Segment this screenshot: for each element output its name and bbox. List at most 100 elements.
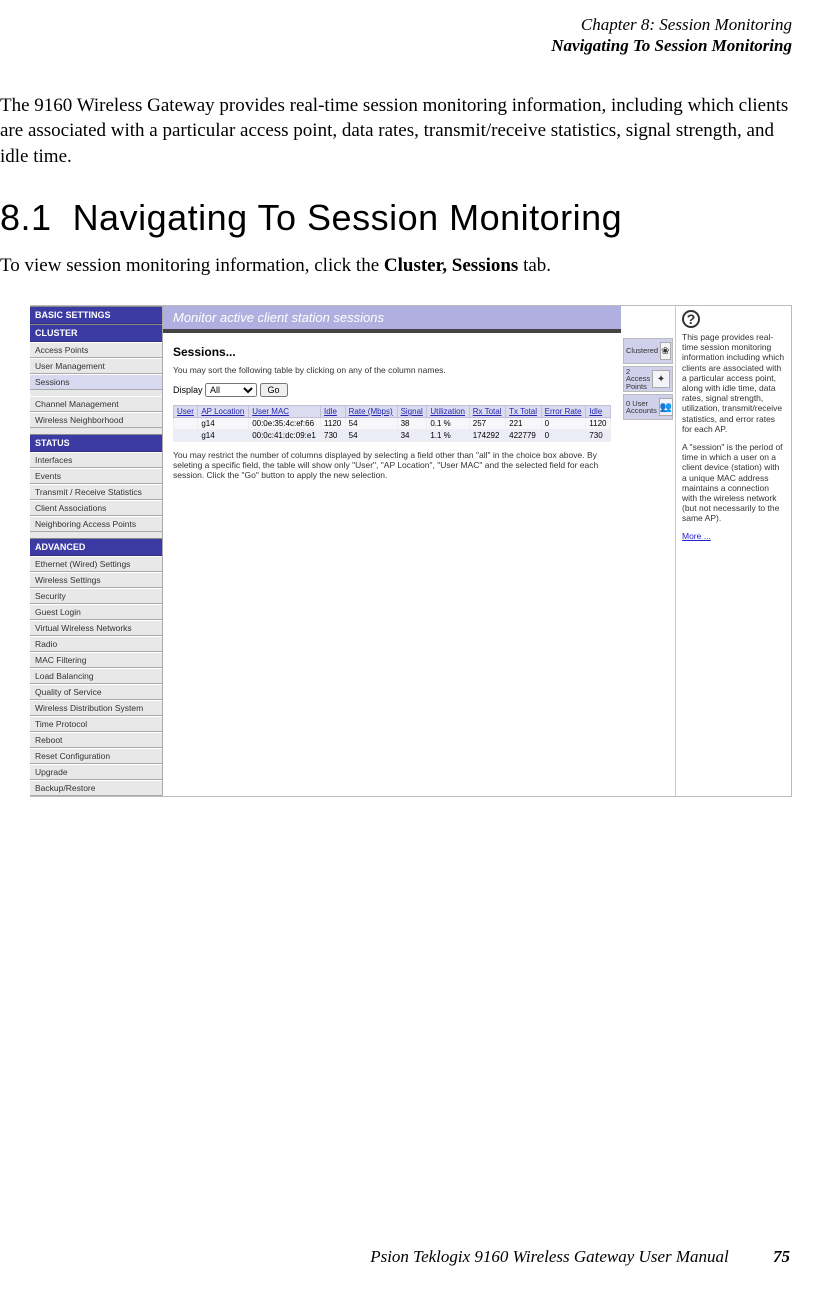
- col-idle2[interactable]: Idle: [586, 406, 611, 418]
- nav-access-points[interactable]: Access Points: [30, 342, 162, 358]
- nav-client-associations[interactable]: Client Associations: [30, 500, 162, 516]
- display-select[interactable]: All: [205, 383, 257, 397]
- nav-upgrade[interactable]: Upgrade: [30, 764, 162, 780]
- cell-tx: 422779: [506, 430, 541, 442]
- col-user[interactable]: User: [174, 406, 198, 418]
- nav-advanced[interactable]: ADVANCED: [30, 538, 162, 556]
- cell-rate: 54: [345, 430, 397, 442]
- help-paragraph-2: A "session" is the period of time in whi…: [682, 442, 785, 524]
- display-label: Display: [173, 385, 203, 395]
- cell-mac: 00:0e:35:4c:ef:66: [249, 418, 321, 430]
- instruction-bold: Cluster, Sessions: [384, 255, 518, 276]
- col-user-mac[interactable]: User MAC: [249, 406, 321, 418]
- nav-cluster[interactable]: CLUSTER: [30, 324, 162, 342]
- col-tx-total[interactable]: Tx Total: [506, 406, 541, 418]
- nav-tx-rx-stats[interactable]: Transmit / Receive Statistics: [30, 484, 162, 500]
- help-icon: ?: [682, 310, 700, 328]
- sort-note: You may sort the following table by clic…: [173, 365, 611, 375]
- cell-tx: 221: [506, 418, 541, 430]
- nav-mac-filtering[interactable]: MAC Filtering: [30, 652, 162, 668]
- nav-sessions[interactable]: Sessions: [30, 374, 162, 390]
- cell-idle2: 730: [586, 430, 611, 442]
- section-number: 8.1: [0, 197, 52, 238]
- cell-ap: g14: [198, 418, 249, 430]
- nav-reboot[interactable]: Reboot: [30, 732, 162, 748]
- section-heading: 8.1 Navigating To Session Monitoring: [0, 197, 792, 239]
- nav-reset-config[interactable]: Reset Configuration: [30, 748, 162, 764]
- nav-neighboring-aps[interactable]: Neighboring Access Points: [30, 516, 162, 532]
- badge-clustered[interactable]: Clustered ❀: [623, 338, 673, 364]
- cell-signal: 38: [397, 418, 427, 430]
- nav-wds[interactable]: Wireless Distribution System: [30, 700, 162, 716]
- col-utilization[interactable]: Utilization: [427, 406, 469, 418]
- help-panel: ? This page provides real-time session m…: [675, 306, 791, 796]
- nav-backup-restore[interactable]: Backup/Restore: [30, 780, 162, 796]
- sidebar-nav: BASIC SETTINGS CLUSTER Access Points Use…: [30, 306, 163, 796]
- cell-rate: 54: [345, 418, 397, 430]
- badge-user-label: 0 UserAccounts: [626, 400, 657, 415]
- page-title-bar: Monitor active client station sessions: [163, 306, 621, 333]
- badge-access-points[interactable]: 2AccessPoints ✦: [623, 366, 673, 392]
- sessions-table: User AP Location User MAC Idle Rate (Mbp…: [173, 405, 611, 442]
- go-button[interactable]: Go: [260, 383, 288, 397]
- sessions-heading: Sessions...: [173, 345, 611, 359]
- admin-ui-screenshot: BASIC SETTINGS CLUSTER Access Points Use…: [30, 305, 792, 797]
- intro-paragraph: The 9160 Wireless Gateway provides real-…: [0, 93, 792, 170]
- nav-time-protocol[interactable]: Time Protocol: [30, 716, 162, 732]
- page-footer: Psion Teklogix 9160 Wireless Gateway Use…: [0, 1247, 792, 1267]
- cell-util: 1.1 %: [427, 430, 469, 442]
- nav-basic-settings[interactable]: BASIC SETTINGS: [30, 306, 162, 324]
- cell-ap: g14: [198, 430, 249, 442]
- cluster-icon: ❀: [660, 342, 670, 360]
- cell-err: 0: [541, 418, 586, 430]
- col-rate[interactable]: Rate (Mbps): [345, 406, 397, 418]
- badge-clustered-label: Clustered: [626, 347, 658, 355]
- table-row: g14 00:0e:35:4c:ef:66 1120 54 38 0.1 % 2…: [174, 418, 611, 430]
- right-column: Clustered ❀ 2AccessPoints ✦ 0 UserAccoun…: [621, 306, 791, 796]
- badge-ap-label: 2AccessPoints: [626, 368, 650, 391]
- cell-idle2: 1120: [586, 418, 611, 430]
- badge-user-accounts[interactable]: 0 UserAccounts 👥: [623, 394, 673, 420]
- nav-security[interactable]: Security: [30, 588, 162, 604]
- nav-wireless-settings[interactable]: Wireless Settings: [30, 572, 162, 588]
- cell-signal: 34: [397, 430, 427, 442]
- cell-user: [174, 418, 198, 430]
- restrict-note: You may restrict the number of columns d…: [173, 450, 611, 480]
- section-instruction: To view session monitoring information, …: [0, 253, 792, 279]
- footer-text: Psion Teklogix 9160 Wireless Gateway Use…: [370, 1247, 729, 1266]
- nav-user-management[interactable]: User Management: [30, 358, 162, 374]
- col-signal[interactable]: Signal: [397, 406, 427, 418]
- nav-interfaces[interactable]: Interfaces: [30, 452, 162, 468]
- help-more-link[interactable]: More ...: [682, 531, 711, 541]
- nav-channel-management[interactable]: Channel Management: [30, 396, 162, 412]
- col-ap-location[interactable]: AP Location: [198, 406, 249, 418]
- chapter-label: Chapter 8: Session Monitoring: [0, 14, 792, 35]
- cell-rx: 257: [469, 418, 505, 430]
- col-rx-total[interactable]: Rx Total: [469, 406, 505, 418]
- nav-qos[interactable]: Quality of Service: [30, 684, 162, 700]
- cell-idle: 730: [321, 430, 346, 442]
- nav-virtual-wireless[interactable]: Virtual Wireless Networks: [30, 620, 162, 636]
- col-error-rate[interactable]: Error Rate: [541, 406, 586, 418]
- cell-rx: 174292: [469, 430, 505, 442]
- cell-mac: 00:0c:41:dc:09:e1: [249, 430, 321, 442]
- page-number: 75: [773, 1247, 790, 1266]
- nav-events[interactable]: Events: [30, 468, 162, 484]
- cell-user: [174, 430, 198, 442]
- access-point-icon: ✦: [652, 370, 670, 388]
- status-badges: Clustered ❀ 2AccessPoints ✦ 0 UserAccoun…: [621, 306, 675, 796]
- nav-wireless-neighborhood[interactable]: Wireless Neighborhood: [30, 412, 162, 428]
- nav-status[interactable]: STATUS: [30, 434, 162, 452]
- instruction-post: tab.: [518, 255, 551, 276]
- users-icon: 👥: [659, 398, 673, 416]
- nav-guest-login[interactable]: Guest Login: [30, 604, 162, 620]
- nav-radio[interactable]: Radio: [30, 636, 162, 652]
- cell-err: 0: [541, 430, 586, 442]
- table-row: g14 00:0c:41:dc:09:e1 730 54 34 1.1 % 17…: [174, 430, 611, 442]
- section-title: Navigating To Session Monitoring: [73, 197, 623, 238]
- col-idle[interactable]: Idle: [321, 406, 346, 418]
- instruction-pre: To view session monitoring information, …: [0, 255, 384, 276]
- nav-load-balancing[interactable]: Load Balancing: [30, 668, 162, 684]
- nav-ethernet-settings[interactable]: Ethernet (Wired) Settings: [30, 556, 162, 572]
- cell-idle: 1120: [321, 418, 346, 430]
